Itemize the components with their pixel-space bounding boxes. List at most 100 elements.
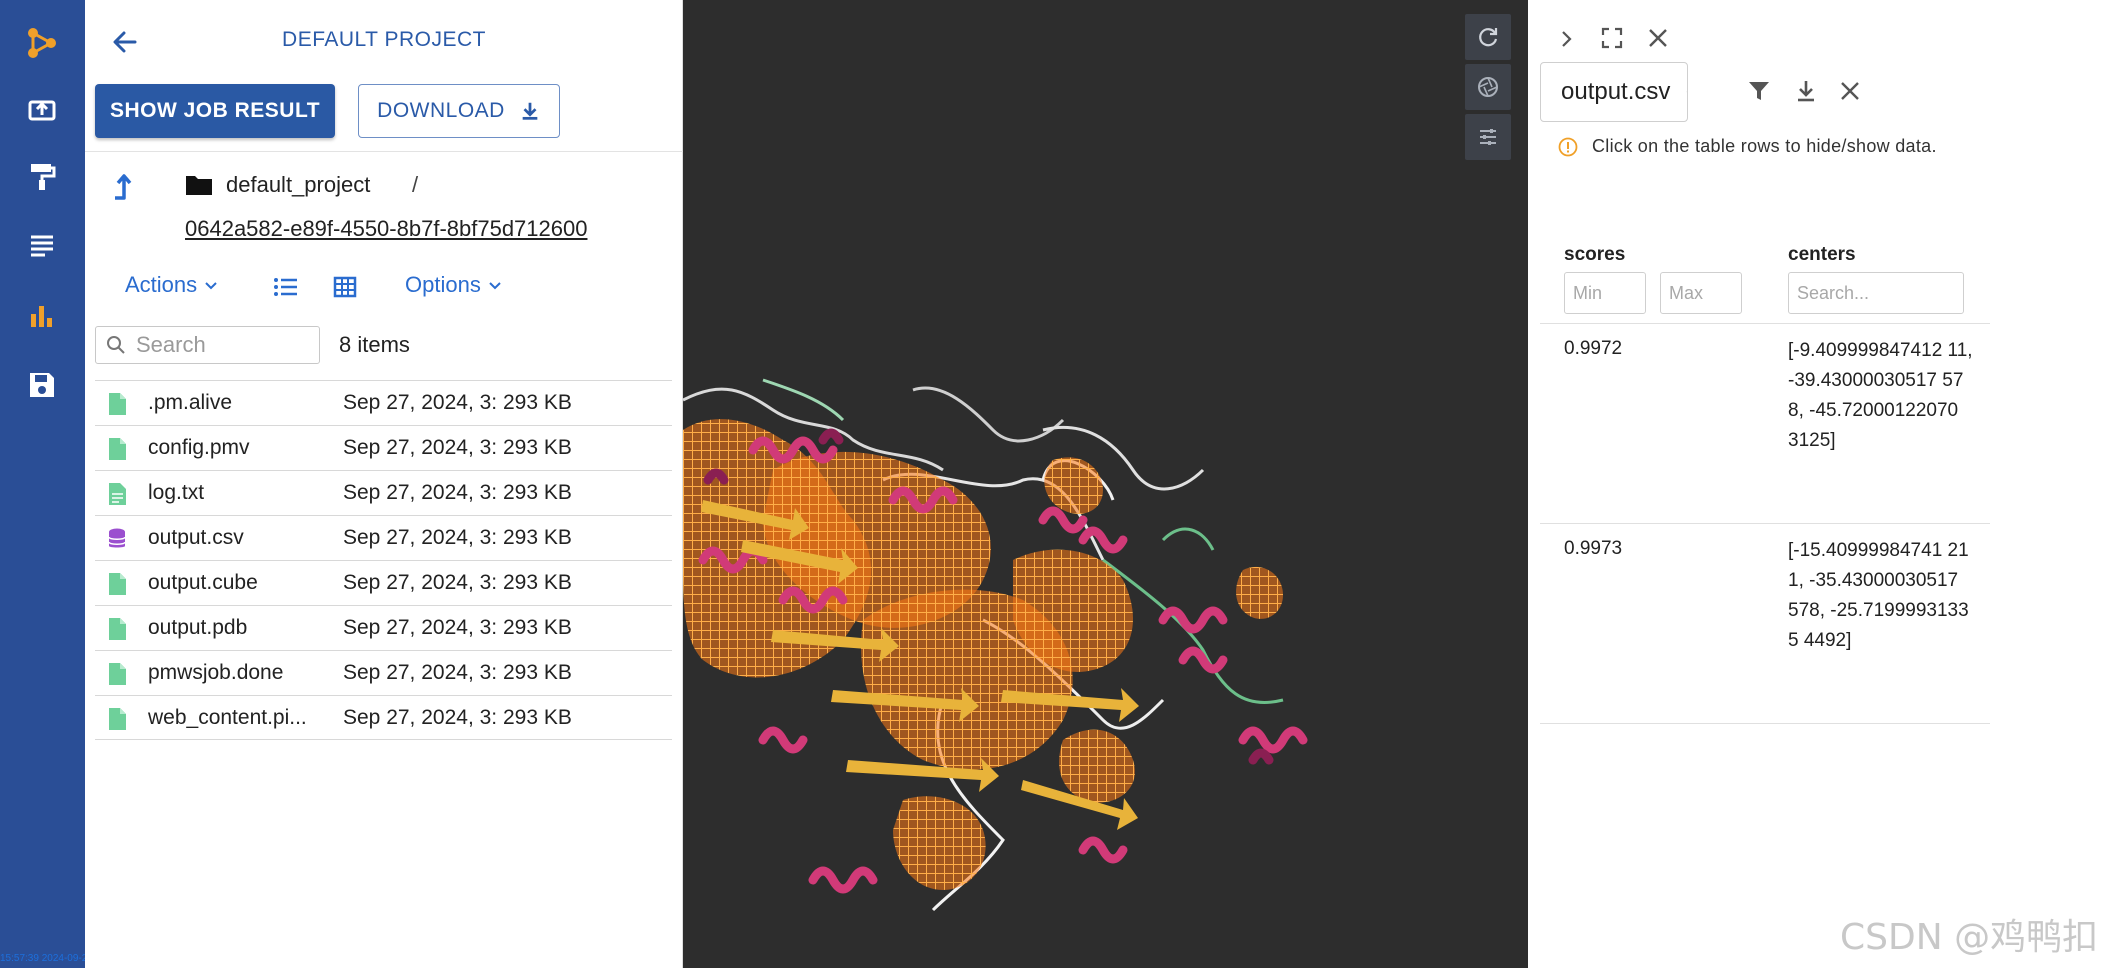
options-label: Options	[405, 272, 481, 297]
file-browser-panel: DEFAULT PROJECT SHOW JOB RESULT DOWNLOAD…	[85, 0, 683, 968]
file-icon	[107, 437, 127, 461]
score-cell: 0.9973	[1564, 538, 1623, 559]
breadcrumb-job-link[interactable]: 0642a582-e89f-4550-8b7f-8bf75d712600	[185, 216, 587, 242]
score-max-input[interactable]	[1660, 272, 1742, 314]
header-divider	[85, 151, 683, 152]
upload-icon[interactable]	[21, 88, 63, 130]
logo-icon[interactable]	[21, 22, 63, 64]
file-date: Sep 27, 2024, 3:	[343, 436, 498, 459]
table-row[interactable]: .pm.alive Sep 27, 2024, 3: 293 KB	[95, 380, 672, 425]
file-date: Sep 27, 2024, 3:	[343, 526, 498, 549]
menu-lines-icon[interactable]	[21, 224, 63, 266]
selected-file-label: output.csv	[1561, 78, 1671, 105]
show-job-result-button[interactable]: SHOW JOB RESULT	[95, 84, 335, 138]
file-date: Sep 27, 2024, 3:	[343, 706, 498, 729]
file-size: 293 KB	[503, 616, 572, 639]
app-root: 15:57:39 2024-09-27 DEFAULT PROJECT SHOW…	[0, 0, 2123, 968]
filter-icon[interactable]	[1746, 78, 1772, 104]
file-name: output.csv	[148, 526, 244, 549]
caret-down-icon	[1686, 91, 1687, 93]
file-date: Sep 27, 2024, 3:	[343, 481, 498, 504]
list-view-icon[interactable]	[272, 274, 300, 305]
protein-density-render	[683, 378, 1308, 912]
viewer-toolbar	[1465, 14, 1513, 164]
clock-readout: 15:57:39 2024-09-27	[0, 953, 93, 964]
column-header-scores[interactable]: scores	[1564, 244, 1625, 266]
file-search-box[interactable]	[95, 326, 320, 364]
file-name: output.cube	[148, 571, 258, 594]
options-menu[interactable]: Options	[405, 272, 503, 298]
text-file-icon	[107, 482, 127, 506]
sliders-icon[interactable]	[1465, 114, 1511, 160]
hint-text: Click on the table rows to hide/show dat…	[1592, 136, 1937, 156]
data-panel: output.csv Click on the table rows to hi…	[1528, 0, 2123, 968]
table-row[interactable]: web_content.pi... Sep 27, 2024, 3: 293 K…	[95, 695, 672, 740]
file-name: config.pmv	[148, 436, 250, 459]
chevron-right-icon[interactable]	[1556, 28, 1578, 50]
download-icon[interactable]	[1793, 78, 1819, 104]
download-label: DOWNLOAD	[377, 99, 505, 122]
file-icon	[107, 707, 127, 731]
actions-label: Actions	[125, 272, 198, 297]
item-count: 8 items	[339, 332, 410, 357]
data-table: scores centers 0.9972 [-9.409999847412 1…	[1540, 236, 1990, 724]
centers-search-input[interactable]	[1788, 272, 1964, 314]
table-row[interactable]: 0.9972 [-9.409999847412 11, -39.43000030…	[1540, 324, 1990, 524]
file-size: 293 KB	[503, 391, 572, 414]
file-icon	[107, 662, 127, 686]
chevron-down-icon	[205, 282, 217, 290]
file-table: .pm.alive Sep 27, 2024, 3: 293 KB config…	[95, 380, 672, 740]
database-icon	[107, 527, 127, 551]
file-date: Sep 27, 2024, 3:	[343, 391, 498, 414]
file-name: log.txt	[148, 481, 205, 504]
aperture-icon[interactable]	[1465, 64, 1511, 110]
table-row[interactable]: 0.9973 [-15.40999984741 211, -35.4300003…	[1540, 524, 1990, 724]
table-row[interactable]: log.txt Sep 27, 2024, 3: 293 KB	[95, 470, 672, 515]
table-row[interactable]: output.cube Sep 27, 2024, 3: 293 KB	[95, 560, 672, 605]
file-date: Sep 27, 2024, 3:	[343, 616, 498, 639]
file-date: Sep 27, 2024, 3:	[343, 661, 498, 684]
file-size: 293 KB	[503, 526, 572, 549]
info-icon	[1558, 137, 1578, 156]
table-hint: Click on the table rows to hide/show dat…	[1558, 136, 1937, 157]
table-row[interactable]: pmwsjob.done Sep 27, 2024, 3: 293 KB	[95, 650, 672, 695]
reset-rotate-icon[interactable]	[1465, 14, 1511, 60]
file-icon	[107, 617, 127, 641]
chevron-down-icon	[489, 282, 501, 290]
file-size: 293 KB	[503, 481, 572, 504]
download-button[interactable]: DOWNLOAD	[358, 84, 560, 138]
file-name: web_content.pi...	[148, 706, 307, 729]
score-min-input[interactable]	[1564, 272, 1646, 314]
file-icon	[107, 572, 127, 596]
left-nav-rail: 15:57:39 2024-09-27	[0, 0, 93, 968]
score-cell: 0.9972	[1564, 338, 1623, 359]
file-size: 293 KB	[503, 436, 572, 459]
file-name: .pm.alive	[148, 391, 233, 414]
breadcrumb-root[interactable]: default_project	[226, 172, 370, 198]
fullscreen-icon[interactable]	[1600, 26, 1624, 50]
up-level-icon[interactable]	[109, 170, 137, 200]
close-panel-icon[interactable]	[1646, 26, 1670, 50]
close-icon[interactable]	[1839, 80, 1861, 102]
file-size: 293 KB	[503, 571, 572, 594]
table-row[interactable]: output.pdb Sep 27, 2024, 3: 293 KB	[95, 605, 672, 650]
table-row[interactable]: output.csv Sep 27, 2024, 3: 293 KB	[95, 515, 672, 560]
file-size: 293 KB	[503, 706, 572, 729]
file-name: output.pdb	[148, 616, 248, 639]
breadcrumb-separator: /	[412, 172, 419, 197]
molecule-viewer[interactable]	[683, 0, 1528, 968]
watermark: CSDN @鸡鸭扣	[1840, 917, 2099, 958]
file-toolbar: Actions Options	[85, 272, 683, 306]
download-icon	[522, 102, 538, 120]
table-row[interactable]: config.pmv Sep 27, 2024, 3: 293 KB	[95, 425, 672, 470]
bar-chart-icon[interactable]	[21, 294, 63, 336]
center-cell: [-15.40999984741 211, -35.43000030517 57…	[1788, 540, 1969, 651]
actions-menu[interactable]: Actions	[125, 272, 219, 298]
file-select-dropdown[interactable]: output.csv	[1540, 62, 1688, 122]
column-header-centers[interactable]: centers	[1788, 244, 1856, 266]
center-cell: [-9.409999847412 11, -39.43000030517 578…	[1788, 340, 1973, 451]
grid-view-icon[interactable]	[332, 274, 358, 305]
file-search-input[interactable]	[136, 332, 296, 358]
save-icon[interactable]	[21, 364, 63, 406]
paint-roller-icon[interactable]	[21, 155, 63, 197]
